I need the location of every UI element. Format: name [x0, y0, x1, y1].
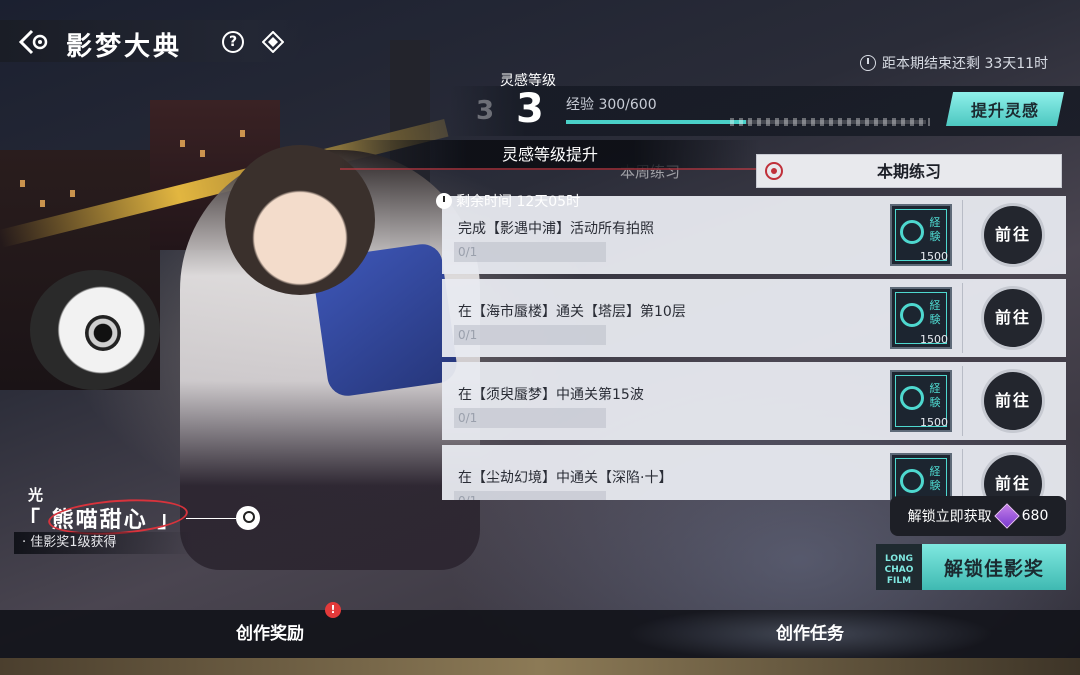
unlock-tip-text: 解锁立即获取 [907, 509, 992, 525]
task-progress: 0/1 [454, 325, 606, 345]
unlock-tooltip: 解锁立即获取 680 [890, 496, 1066, 536]
unlock-button-label: 解锁佳影奖 [943, 557, 1044, 580]
go-button[interactable]: 前往 [984, 372, 1042, 430]
clock-icon [436, 193, 452, 209]
divider [962, 366, 963, 436]
task-description: 在【海市蜃楼】通关【塔层】第10层 [458, 304, 686, 320]
level-up-toast: 灵感等级提升 [340, 140, 760, 170]
task-progress: 0/1 [454, 242, 606, 262]
exp-reward-item[interactable]: 経験 1500 [890, 453, 952, 500]
character-name: 「 熊喵甜心 」 [18, 495, 190, 539]
award-note: · 佳影奖1级获得 [14, 532, 194, 554]
page-title: 影梦大典 [66, 32, 183, 62]
lit-window [40, 200, 45, 207]
help-icon[interactable]: ? [222, 31, 244, 53]
lit-window [180, 140, 185, 147]
unlock-award-button[interactable]: LONG CHAO FILM 解锁佳影奖 [876, 544, 1066, 590]
name-connector-line [186, 518, 236, 519]
nav-creation-tasks[interactable]: 创作任务 [540, 610, 1080, 658]
exp-progress-ticks [730, 118, 930, 126]
task-description: 在【须臾蜃梦】中通关第15波 [458, 387, 644, 403]
back-icon[interactable] [18, 29, 52, 55]
reward-quantity: 1500 [920, 333, 948, 346]
film-reel-icon [900, 303, 924, 327]
countdown-text: 距本期结束还剩 33天11时 [882, 56, 1049, 72]
reward-quantity: 1500 [920, 250, 948, 263]
reward-label: 経験 [929, 465, 941, 492]
reward-label: 経験 [929, 299, 941, 326]
tab-current-practice[interactable]: 本期练习 [756, 154, 1062, 188]
exp-reward-item[interactable]: 経験 1500 [890, 287, 952, 349]
task-description: 在【尘劫幻境】中通关【深陷·十】 [458, 470, 673, 486]
remaining-time: 剩余时间 12天05时 [436, 191, 580, 211]
reward-label: 経験 [929, 382, 941, 409]
reward-quantity: 1500 [920, 416, 948, 429]
film-logo: LONG CHAO FILM [876, 544, 922, 590]
task-list[interactable]: 完成【影遇中浦】活动所有拍照 0/1 経験 1500 前往 在【海市蜃楼】通关【… [442, 196, 1066, 500]
lit-window [240, 130, 245, 137]
lit-window [70, 190, 75, 197]
reward-label: 経験 [929, 216, 941, 243]
reward-frame: 経験 [895, 458, 947, 500]
exp-text: 经验 300/600 [566, 97, 657, 113]
task-row: 在【尘劫幻境】中通关【深陷·十】 0/1 経験 1500 前往 [442, 445, 1066, 500]
gem-count: 680 [1021, 508, 1049, 524]
go-button[interactable]: 前往 [984, 289, 1042, 347]
bottom-strip [0, 658, 1080, 675]
task-row: 在【须臾蜃梦】中通关第15波 0/1 経験 1500 前往 [442, 362, 1066, 440]
level-value: 3 [516, 86, 544, 132]
film-reel-icon [900, 220, 924, 244]
alert-badge: ! [325, 602, 341, 618]
lit-window [200, 150, 205, 157]
nav-creation-rewards[interactable]: 创作奖励 [0, 610, 540, 658]
film-reel-icon [900, 469, 924, 493]
exp-reward-item[interactable]: 経験 1500 [890, 204, 952, 266]
previous-level: 3 [476, 96, 495, 126]
lit-window [20, 180, 25, 187]
season-countdown: 距本期结束还剩 33天11时 [860, 53, 1048, 73]
exp-progress-fill [566, 120, 746, 124]
divider [962, 449, 963, 500]
go-button[interactable]: 前往 [984, 206, 1042, 264]
task-row: 在【海市蜃楼】通关【塔层】第10层 0/1 経験 1500 前往 [442, 279, 1066, 357]
task-progress: 0/1 [454, 408, 606, 428]
clock-icon [860, 55, 876, 71]
panda-eye [85, 315, 121, 351]
task-description: 完成【影遇中浦】活动所有拍照 [458, 221, 654, 237]
task-progress: 0/1 [454, 491, 606, 500]
go-button[interactable]: 前往 [984, 455, 1042, 500]
upgrade-inspiration-button[interactable]: 提升灵感 [946, 92, 1064, 126]
target-icon [765, 162, 783, 180]
search-icon[interactable] [236, 506, 260, 530]
remaining-time-text: 剩余时间 12天05时 [456, 194, 581, 210]
diamond-menu-icon[interactable] [261, 30, 285, 54]
divider [962, 200, 963, 270]
tab-current-label: 本期练习 [876, 162, 941, 181]
film-reel-icon [900, 386, 924, 410]
divider [962, 283, 963, 353]
gem-icon [993, 503, 1020, 529]
exp-reward-item[interactable]: 経験 1500 [890, 370, 952, 432]
